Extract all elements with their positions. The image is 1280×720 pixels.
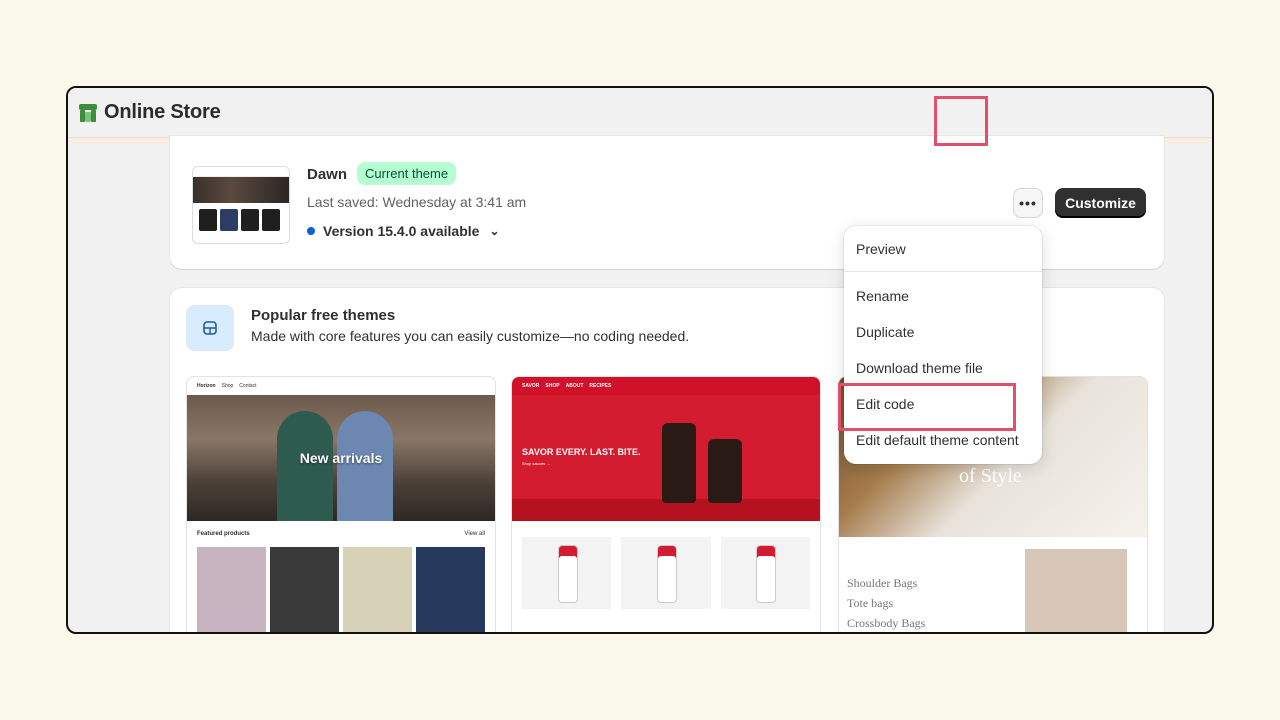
hero-subtext: Shop sauces → bbox=[522, 461, 551, 466]
nav-link: Shop bbox=[221, 383, 234, 389]
themes-icon bbox=[186, 305, 234, 351]
theme-preview-savor[interactable]: SAVOR SHOP ABOUT RECIPES SAVOR EVERY. LA… bbox=[511, 376, 821, 632]
list-item: Crossbody Bags bbox=[847, 616, 926, 630]
theme-preview-horizon[interactable]: Horizon Shop Contact New arrivals Featur… bbox=[186, 376, 496, 632]
theme-brand: Horizon bbox=[197, 383, 216, 389]
hero-text: SAVOR EVERY. LAST. BITE. bbox=[522, 447, 641, 457]
theme-thumbnail[interactable] bbox=[192, 166, 290, 244]
chevron-down-icon: ⌄ bbox=[489, 224, 500, 238]
hero-text: New arrivals bbox=[299, 450, 383, 466]
status-dot-icon bbox=[307, 227, 315, 235]
nav-link: SHOP bbox=[545, 383, 560, 389]
page-title: Online Store bbox=[104, 101, 221, 123]
product-image bbox=[1025, 549, 1127, 632]
hero-text: of Style bbox=[959, 465, 1022, 487]
nav-link: ABOUT bbox=[565, 383, 584, 389]
product-grid bbox=[512, 521, 820, 625]
customize-button[interactable]: Customize bbox=[1055, 188, 1146, 218]
menu-item-download[interactable]: Download theme file bbox=[844, 350, 1042, 386]
nav-link: Contact bbox=[239, 383, 257, 389]
online-store-icon bbox=[79, 103, 97, 122]
menu-item-preview[interactable]: Preview bbox=[844, 232, 1042, 266]
menu-divider bbox=[844, 271, 1042, 272]
list-item: Tote bags bbox=[847, 596, 894, 610]
theme-name: Dawn bbox=[307, 166, 348, 183]
section-title: Featured products bbox=[197, 531, 250, 537]
view-all-link: View all bbox=[464, 531, 485, 537]
product-grid bbox=[187, 547, 495, 632]
popular-themes-subtitle: Made with core features you can easily c… bbox=[251, 328, 690, 344]
theme-brand: SAVOR bbox=[522, 383, 540, 389]
current-theme-badge: Current theme bbox=[357, 162, 457, 185]
category-list: Shoulder Bags Tote bags Crossbody Bags bbox=[847, 573, 926, 632]
last-saved-text: Last saved: Wednesday at 3:41 am bbox=[307, 194, 527, 210]
list-item: Shoulder Bags bbox=[847, 576, 918, 590]
nav-link: RECIPES bbox=[589, 383, 612, 389]
popular-themes-title: Popular free themes bbox=[251, 307, 396, 324]
more-actions-button[interactable]: ••• bbox=[1013, 188, 1043, 218]
menu-item-duplicate[interactable]: Duplicate bbox=[844, 314, 1042, 350]
version-dropdown[interactable]: Version 15.4.0 available ⌄ bbox=[307, 223, 500, 239]
hero-image: New arrivals bbox=[187, 395, 495, 521]
top-bar: Online Store bbox=[68, 88, 1212, 138]
version-label: Version 15.4.0 available bbox=[323, 223, 480, 239]
hero-image: SAVOR EVERY. LAST. BITE. Shop sauces → bbox=[512, 395, 820, 521]
menu-item-rename[interactable]: Rename bbox=[844, 278, 1042, 314]
highlight-more-button bbox=[934, 96, 988, 146]
highlight-edit-code bbox=[838, 383, 1016, 431]
